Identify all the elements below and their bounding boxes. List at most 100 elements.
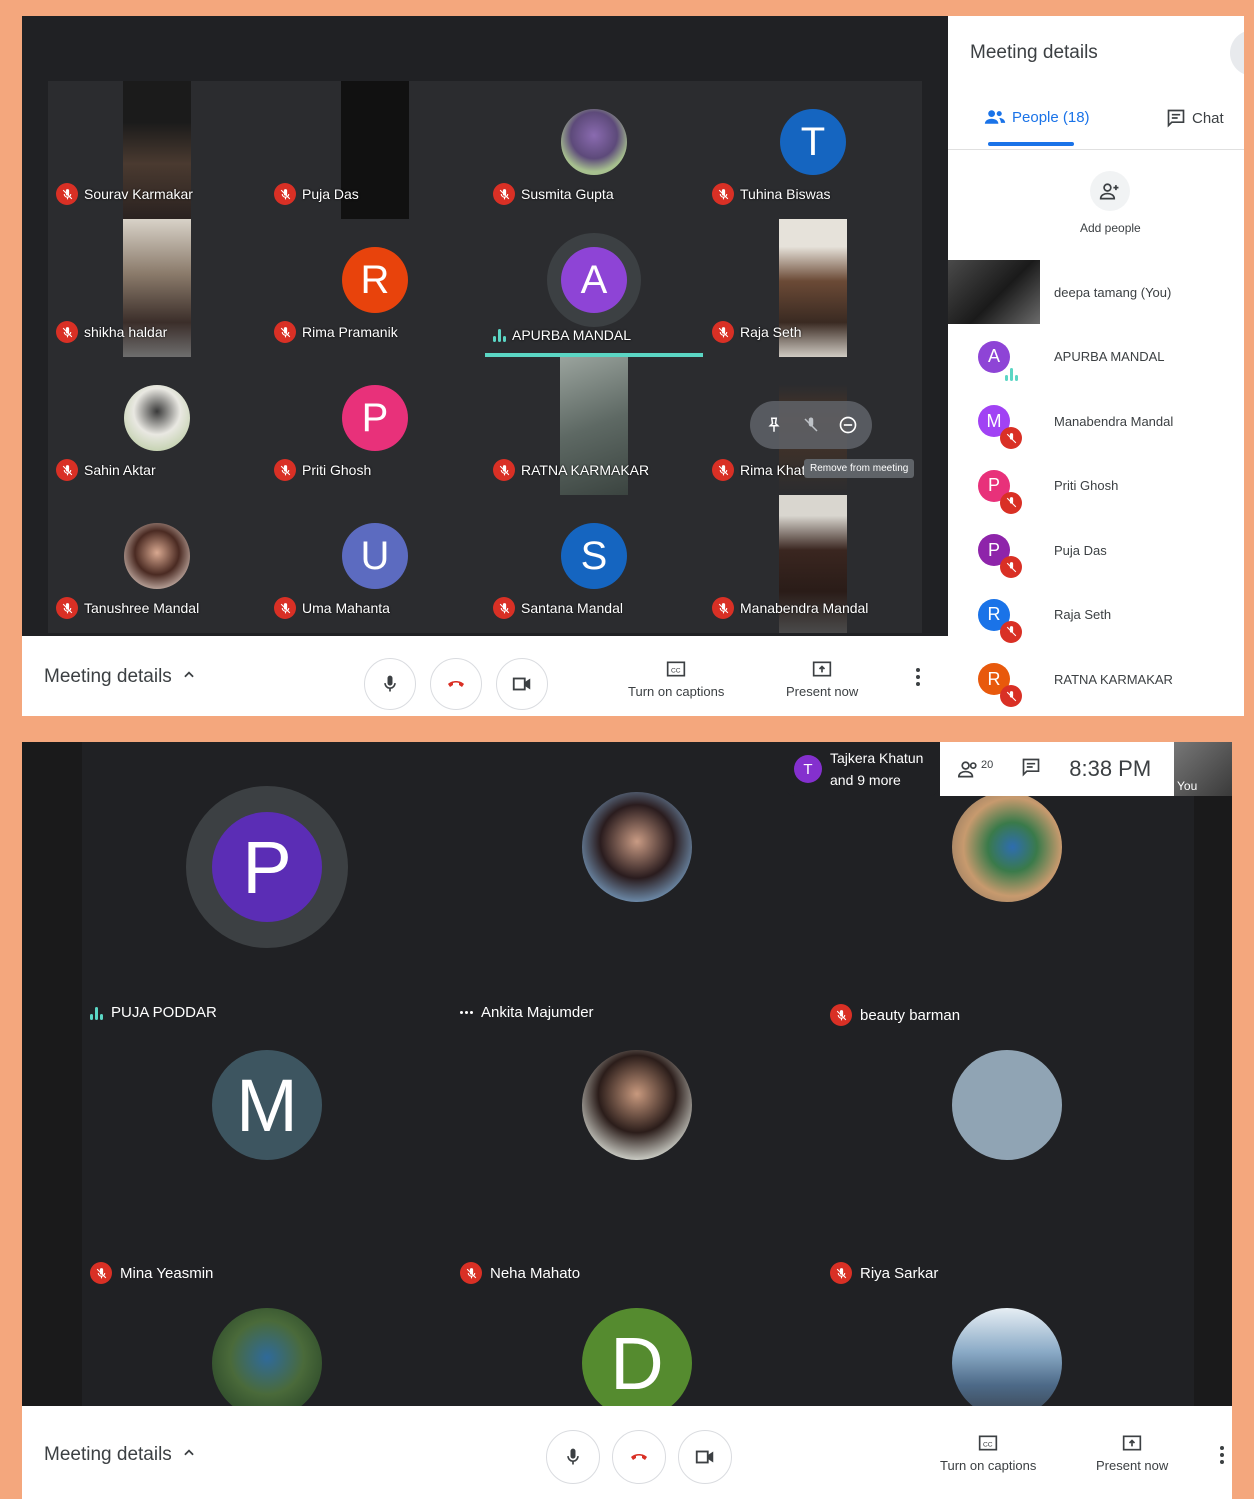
camera-icon <box>695 1450 714 1464</box>
mute-participant-icon[interactable] <box>797 411 825 439</box>
list-item[interactable]: deepa tamang (You) <box>948 260 1244 325</box>
participant-tile[interactable]: Sahin Aktar <box>48 357 266 495</box>
mic-off-icon <box>1000 427 1022 449</box>
participant-tile[interactable]: M Mina Yeasmin <box>82 1044 452 1302</box>
edge-strip <box>1194 742 1232 1406</box>
participant-tile[interactable]: U Uma Mahanta <box>266 495 484 633</box>
list-item[interactable]: M Manabendra Mandal <box>948 389 1244 454</box>
remove-participant-icon[interactable] <box>834 411 862 439</box>
presenter-more: and 9 more <box>830 772 901 788</box>
participant-name: Santana Mandal <box>521 600 623 616</box>
participant-tile-active[interactable]: A APURBA MANDAL <box>485 219 703 357</box>
participant-avatar: U <box>342 523 408 589</box>
participant-tile[interactable]: beauty barman <box>822 786 1192 1044</box>
camera-button[interactable] <box>678 1430 732 1484</box>
meet-screenshot-1: Sourav Karmakar Puja Das Susmita Gupta T… <box>22 16 1244 716</box>
mic-button[interactable] <box>364 658 416 710</box>
profile-photo <box>561 109 627 175</box>
present-now-button[interactable]: Present now <box>1096 1434 1168 1473</box>
participant-tile[interactable] <box>82 1302 452 1406</box>
chat-icon[interactable] <box>1021 757 1041 782</box>
profile-photo <box>582 792 692 902</box>
speaking-indicator-icon <box>90 1006 103 1020</box>
mic-off-icon <box>274 321 296 343</box>
list-item[interactable]: R RATNA KARMAKAR <box>948 647 1244 712</box>
participant-name: Neha Mahato <box>490 1264 581 1282</box>
present-now-button[interactable]: Present now <box>786 660 858 699</box>
participant-tile[interactable] <box>822 1302 1192 1406</box>
presenter-name: Tajkera Khatun <box>830 750 924 766</box>
participant-tile[interactable]: Puja Das <box>266 81 484 219</box>
mic-off-icon <box>1000 491 1022 514</box>
tab-people-label: People (18) <box>1012 108 1090 126</box>
add-people-button[interactable]: Add people <box>1080 171 1141 235</box>
participant-tile[interactable]: T Tuhina Biswas <box>704 81 922 219</box>
participants-button[interactable]: 20 <box>958 759 993 779</box>
participant-label: PUJA PODDAR <box>90 1004 217 1021</box>
captions-button[interactable]: CC Turn on captions <box>628 660 724 699</box>
participant-name: Puja Das <box>302 186 359 202</box>
profile-photo <box>124 523 190 589</box>
self-label: You <box>1177 779 1198 793</box>
mic-off-icon <box>274 183 296 205</box>
participant-name: Rima Pramanik <box>302 324 398 340</box>
chevron-up-icon <box>182 1444 196 1466</box>
more-options-icon[interactable] <box>1220 1446 1224 1464</box>
mic-off-icon <box>712 321 734 343</box>
participant-tile[interactable]: P Priti Ghosh <box>266 357 484 495</box>
participant-label: Riya Sarkar <box>830 1262 938 1284</box>
list-item[interactable]: A APURBA MANDAL <box>948 325 1244 390</box>
participant-tile-active[interactable]: P PUJA PODDAR <box>82 786 452 1044</box>
tab-people[interactable]: People (18) <box>984 108 1090 126</box>
list-item[interactable]: R Raja Seth <box>948 583 1244 648</box>
self-view-thumbnail[interactable]: You <box>1174 742 1232 796</box>
participant-label: Raja Seth <box>712 321 801 343</box>
participant-tile[interactable]: R Rima Pramanik <box>266 219 484 357</box>
participant-avatar: R <box>342 247 408 313</box>
participant-avatar: S <box>561 523 627 589</box>
self-video-thumbnail <box>948 260 1040 324</box>
leave-call-button[interactable] <box>612 1430 666 1484</box>
participant-tile[interactable]: D <box>452 1302 822 1406</box>
profile-photo <box>952 1050 1062 1160</box>
participant-avatar: T <box>780 109 846 175</box>
mic-button[interactable] <box>546 1430 600 1484</box>
participant-tile[interactable]: Ankita Majumder <box>452 786 822 1044</box>
participant-tile[interactable]: Raja Seth <box>704 219 922 357</box>
captions-icon: CC <box>979 1435 998 1451</box>
profile-photo <box>952 792 1062 902</box>
more-options-icon[interactable] <box>916 668 920 686</box>
participant-tile[interactable]: Manabendra Mandal <box>704 495 922 633</box>
presenter-chip[interactable]: T Tajkera Khatun and 9 more <box>786 742 938 796</box>
participant-label: Priti Ghosh <box>274 459 371 481</box>
tab-chat[interactable]: Chat <box>1166 108 1224 128</box>
divider <box>948 149 1244 150</box>
leave-call-button[interactable] <box>430 658 482 710</box>
close-panel-button[interactable] <box>1230 30 1244 76</box>
call-controls-bar: Meeting details CC Turn on captions Pres… <box>22 1406 1232 1499</box>
meeting-details-button[interactable]: Meeting details <box>44 1444 196 1466</box>
participant-tile[interactable]: Susmita Gupta <box>485 81 703 219</box>
mic-off-icon <box>56 183 78 205</box>
list-item[interactable]: P Puja Das <box>948 518 1244 583</box>
camera-button[interactable] <box>496 658 548 710</box>
participant-tile[interactable]: Riya Sarkar <box>822 1044 1192 1302</box>
meeting-details-button[interactable]: Meeting details <box>44 666 196 688</box>
list-item[interactable]: P Priti Ghosh <box>948 454 1244 519</box>
profile-photo <box>582 1050 692 1160</box>
participant-avatar: M <box>212 1050 322 1160</box>
participant-label: Susmita Gupta <box>493 183 614 205</box>
participant-tile[interactable]: Neha Mahato <box>452 1044 822 1302</box>
pin-icon[interactable] <box>760 411 788 439</box>
participant-label: Manabendra Mandal <box>712 597 868 619</box>
captions-button[interactable]: CC Turn on captions <box>940 1434 1036 1473</box>
participant-label: Tuhina Biswas <box>712 183 831 205</box>
participant-tile[interactable]: shikha haldar <box>48 219 266 357</box>
participant-tile[interactable]: S Santana Mandal <box>485 495 703 633</box>
participant-tile[interactable]: Tanushree Mandal <box>48 495 266 633</box>
participant-name: Sourav Karmakar <box>84 186 193 202</box>
participant-tile[interactable]: RATNA KARMAKAR <box>485 357 703 495</box>
edge-strip <box>22 742 82 1406</box>
speaking-indicator-icon <box>493 328 506 342</box>
participant-tile[interactable]: Sourav Karmakar <box>48 81 266 219</box>
